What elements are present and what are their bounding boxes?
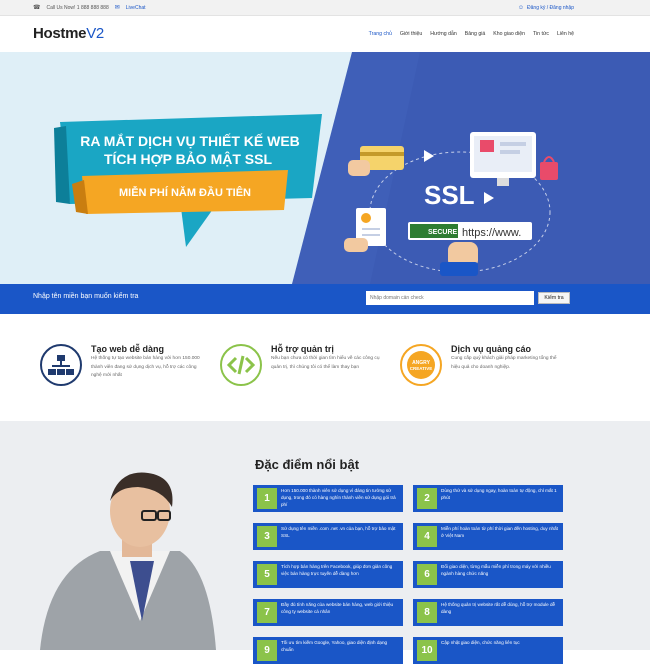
highlights-section: Đặc điểm nổi bật 1 Hơn 150.000 thành viê… (0, 421, 650, 664)
main-nav: Trang chủ Giới thiệu Hướng dẫn Bảng giá … (369, 31, 574, 37)
highlight-card: 6 Đổi giao diện, từng mẫu miễn phí trong… (413, 561, 563, 588)
nav-item-pricing[interactable]: Bảng giá (465, 31, 485, 37)
highlight-number: 6 (417, 564, 437, 585)
feature-title: Dịch vụ quảng cáo (451, 344, 532, 354)
nav-item-contact[interactable]: Liên hệ (557, 31, 574, 37)
businessman-image (40, 472, 216, 650)
hero-illustration: RA MẮT DỊCH VỤ THIẾT KẾ WEB TÍCH HỢP BẢO… (54, 52, 650, 284)
nav-item-home[interactable]: Trang chủ (369, 31, 392, 37)
highlight-card: 7 Đầy đủ tính năng của website bán hàng,… (253, 599, 403, 626)
highlight-text: Hơn 150.000 thành viên sử dụng vì đáng t… (281, 488, 396, 508)
highlight-text: Cập nhật giao diện, chức năng liên tục (441, 640, 520, 645)
chat-icon: ✉ (114, 5, 120, 11)
feature-title: Tạo web dễ dàng (91, 344, 165, 354)
highlight-card: 5 Tích hợp bán hàng trên Facebook, giúp … (253, 561, 403, 588)
code-icon (220, 344, 262, 386)
domain-search-bar: Nhập tên miền bạn muốn kiểm tra Kiểm tra (0, 284, 650, 314)
auth-link[interactable]: Đăng ký / Đăng nhập (527, 5, 574, 11)
top-bar: ☎ Call Us Now! 1 888 888 888 ✉ LiveChat … (0, 0, 650, 16)
highlight-number: 10 (417, 640, 437, 661)
highlight-text: Miễn phí hoàn toàn từ phí thời gian đến … (441, 526, 558, 539)
hero-headline-1: RA MẮT DỊCH VỤ THIẾT KẾ WEB (80, 132, 300, 149)
highlight-text: Sử dụng tên miền .com .net .vn của bạn, … (281, 526, 396, 539)
features-section: Tạo web dễ dàng Hệ thống tự tạo website … (0, 314, 650, 421)
hero-banner[interactable]: RA MẮT DỊCH VỤ THIẾT KẾ WEB TÍCH HỢP BẢO… (0, 52, 650, 284)
highlight-text: Tối ưu tìm kiếm Google, Yahoo, giao diện… (281, 640, 388, 653)
sitemap-icon (40, 344, 82, 386)
ssl-text: SSL (424, 180, 475, 210)
highlight-number: 1 (257, 488, 277, 509)
highlight-card: 2 Dùng thử và sử dụng ngay, hoàn toàn tự… (413, 485, 563, 512)
highlight-card: 9 Tối ưu tìm kiếm Google, Yahoo, giao di… (253, 637, 403, 664)
angry-creative-icon: ANGRY CREATIVE (400, 344, 442, 386)
highlight-card: 4 Miễn phí hoàn toàn từ phí thời gian đế… (413, 523, 563, 550)
highlight-card: 10 Cập nhật giao diện, chức năng liên tụ… (413, 637, 563, 664)
nav-item-guide[interactable]: Hướng dẫn (430, 31, 457, 37)
url-label: https://www. (462, 227, 521, 239)
nav-item-about[interactable]: Giới thiệu (400, 31, 422, 37)
highlight-number: 8 (417, 602, 437, 623)
logo-suffix: V2 (86, 25, 104, 42)
highlight-card: 3 Sử dụng tên miền .com .net .vn của bạn… (253, 523, 403, 550)
domain-search-label: Nhập tên miền bạn muốn kiểm tra (33, 293, 139, 300)
hero-ribbon: MIỄN PHÍ NĂM ĐẦU TIÊN (119, 186, 251, 199)
headset-icon: ☎ (33, 5, 41, 11)
highlights-heading: Đặc điểm nổi bật (255, 457, 360, 472)
nav-item-news[interactable]: Tin tức (533, 31, 549, 37)
check-domain-button[interactable]: Kiểm tra (538, 292, 570, 304)
logo-main: Hostme (33, 25, 87, 42)
nav-item-themes[interactable]: Kho giao diện (493, 31, 525, 37)
secure-label: SECURE (428, 229, 458, 236)
highlight-text: Đổi giao diện, từng mẫu miễn phí trong m… (441, 564, 551, 577)
highlight-card: 1 Hơn 150.000 thành viên sử dụng vì đáng… (253, 485, 403, 512)
domain-search-input[interactable] (366, 291, 534, 305)
livechat-link[interactable]: LiveChat (126, 5, 146, 11)
svg-text:CREATIVE: CREATIVE (410, 366, 432, 371)
highlight-card: 8 Hệ thống quản trị website rất dễ dùng,… (413, 599, 563, 626)
feature-desc: Cung cấp quý khách giải pháp marketing t… (451, 356, 557, 370)
highlight-number: 4 (417, 526, 437, 547)
hero-headline-2: TÍCH HỢP BẢO MẬT SSL (104, 150, 272, 167)
highlight-number: 2 (417, 488, 437, 509)
user-icon: ☺ (517, 5, 525, 11)
highlight-text: Đầy đủ tính năng của website bán hàng, w… (281, 602, 394, 615)
secure-url-bar: SECURE https://www. (408, 222, 532, 240)
call-text: Call Us Now! 1 888 888 888 (46, 5, 109, 11)
feature-desc: Nếu bạn chưa có thời gian tìm hiểu về cá… (271, 356, 380, 370)
highlight-text: Dùng thử và sử dụng ngay, hoàn toàn tự đ… (441, 488, 557, 501)
highlight-number: 3 (257, 526, 277, 547)
feature-title: Hỗ trợ quản trị (271, 344, 334, 354)
highlight-text: Hệ thống quản trị website rất dễ dùng, h… (441, 602, 556, 615)
highlight-number: 7 (257, 602, 277, 623)
highlight-number: 5 (257, 564, 277, 585)
monitor-icon (470, 132, 536, 186)
site-header: HostmeV2 Trang chủ Giới thiệu Hướng dẫn … (0, 16, 650, 52)
logo[interactable]: HostmeV2 (33, 25, 104, 42)
highlight-text: Tích hợp bán hàng trên Facebook, giúp đơ… (281, 564, 393, 577)
highlight-number: 9 (257, 640, 277, 661)
feature-desc: Hệ thống tự tạo website bán hàng với hơn… (91, 356, 200, 378)
